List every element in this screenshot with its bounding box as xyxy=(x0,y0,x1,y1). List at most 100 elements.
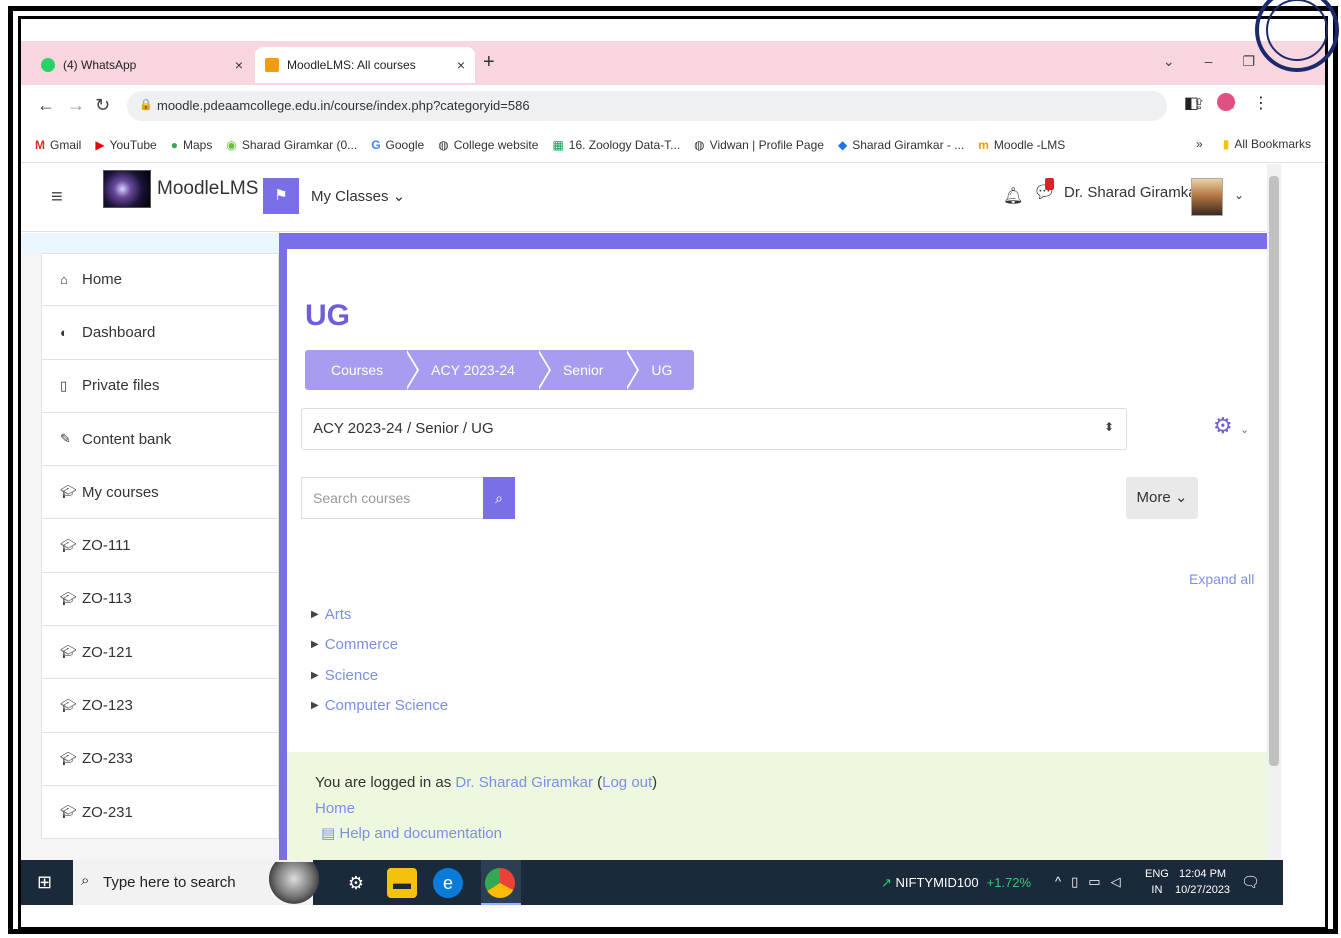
bookmark-google[interactable]: G Google xyxy=(371,138,424,152)
chevron-down-icon[interactable]: ⌄ xyxy=(1240,423,1249,436)
gear-icon[interactable]: ⚙ xyxy=(1213,413,1233,439)
reload-icon[interactable]: ↻ xyxy=(95,95,110,116)
bookmark-youtube[interactable]: ▶ YouTube xyxy=(95,138,156,152)
bookmark-gmail[interactable]: M Gmail xyxy=(35,138,81,152)
bookmark-sharad-1[interactable]: ◉ Sharad Giramkar (0... xyxy=(226,138,357,152)
clock[interactable]: 12:04 PM 10/27/2023 xyxy=(1175,866,1230,898)
taskbar-search-placeholder: Type here to search xyxy=(103,874,236,891)
sidebar-item[interactable]: 🎓︎ ZO-121 xyxy=(41,626,279,680)
file-explorer-icon[interactable]: ▬ xyxy=(387,868,417,898)
volume-muted-icon[interactable]: ◁ xyxy=(1111,874,1121,890)
classes-icon[interactable]: ⚑ xyxy=(263,178,299,214)
expand-all-link[interactable]: Expand all xyxy=(1189,571,1254,587)
minimize-button[interactable]: – xyxy=(1205,53,1213,70)
device-icon[interactable]: ▯ xyxy=(1071,874,1078,890)
new-tab-button[interactable]: + xyxy=(483,51,495,74)
bookmark-label: Moodle -LMS xyxy=(993,137,1066,152)
bookmark-maps[interactable]: ● Maps xyxy=(171,138,213,152)
bookmarks-right: » ▮ All Bookmarks xyxy=(1196,137,1311,151)
search-highlight-image[interactable] xyxy=(269,862,319,904)
sheets-icon: ▦ xyxy=(552,137,564,152)
close-tab-icon[interactable]: × xyxy=(457,57,465,73)
bookmark-vidwan[interactable]: ◍ Vidwan | Profile Page xyxy=(694,138,824,152)
sidebar-item[interactable]: 🎓︎ ZO-123 xyxy=(41,679,279,733)
sidebar-item[interactable]: 🎓︎ ZO-231 xyxy=(41,785,279,840)
my-classes-dropdown[interactable]: My Classes ⌄ xyxy=(311,187,405,205)
edge-icon[interactable]: e xyxy=(433,868,463,898)
category-item[interactable]: ▶ Science xyxy=(311,660,448,691)
system-tray: ^ ▯ ▭ ◁ xyxy=(1055,874,1121,890)
sidebar-item[interactable]: ▯ Private files xyxy=(41,359,279,413)
url-bar[interactable]: 🔒 moodle.pdeaamcollege.edu.in/course/ind… xyxy=(127,91,1167,121)
network-icon[interactable]: ▭ xyxy=(1088,874,1100,890)
search-courses-input[interactable]: Search courses xyxy=(301,477,483,519)
site-logo[interactable] xyxy=(103,170,151,208)
bookmark-label: Maps xyxy=(182,137,213,152)
search-icon: ⌕ xyxy=(81,872,90,889)
my-classes-label: My Classes xyxy=(311,188,389,205)
site-name[interactable]: MoodleLMS xyxy=(157,178,258,200)
forward-icon[interactable]: → xyxy=(67,95,85,116)
logout-link[interactable]: Log out xyxy=(602,774,652,791)
hamburger-menu-icon[interactable]: ≡ xyxy=(51,186,63,209)
sidebar-item-label: ZO-233 xyxy=(82,750,133,768)
tab-whatsapp[interactable]: (4) WhatsApp × xyxy=(31,47,253,83)
messages-icon[interactable]: 💬︎ xyxy=(1033,178,1056,203)
sidebar-item-label: Content bank xyxy=(82,430,172,448)
bookmark-label: 16. Zoology Data-T... xyxy=(568,137,681,152)
category-select[interactable]: ACY 2023-24 / Senior / UG ⬍ xyxy=(301,408,1127,450)
bookmark-college[interactable]: ◍ College website xyxy=(438,138,538,152)
bookmark-sharad-2[interactable]: ◆ Sharad Giramkar - ... xyxy=(838,138,964,152)
notification-icon[interactable]: 🗨︎ xyxy=(1241,873,1260,891)
sidebar-item[interactable]: 🎓︎ ZO-111 xyxy=(41,519,279,573)
dashboard-icon: ◐ xyxy=(60,324,68,340)
caret-right-icon: ▶ xyxy=(311,639,319,651)
breadcrumb: Courses ACY 2023-24 Senior UG xyxy=(305,350,695,390)
sidebar-item[interactable]: 🎓︎ ZO-113 xyxy=(41,572,279,627)
chevron-down-icon[interactable]: ⌄ xyxy=(1234,188,1244,202)
close-tab-icon[interactable]: × xyxy=(235,57,243,73)
chrome-icon[interactable] xyxy=(485,868,515,898)
graduation-cap-icon: 🎓︎ xyxy=(60,644,77,660)
user-profile-link[interactable]: Dr. Sharad Giramkar xyxy=(455,774,593,791)
category-item[interactable]: ▶ Computer Science xyxy=(311,691,448,722)
sidebar-item[interactable]: 🎓︎ My courses xyxy=(41,466,279,520)
language-indicator[interactable]: ENG IN xyxy=(1145,866,1169,898)
home-link[interactable]: Home xyxy=(315,800,355,817)
bookmarks-overflow-icon[interactable]: » xyxy=(1196,137,1203,151)
chevron-up-icon[interactable]: ^ xyxy=(1055,874,1061,890)
tab-search-icon[interactable]: ⌄ xyxy=(1163,53,1175,70)
back-icon[interactable]: ← xyxy=(37,95,55,116)
more-button[interactable]: More ⌄ xyxy=(1126,477,1198,519)
bookmark-zoology[interactable]: ▦ 16. Zoology Data-T... xyxy=(552,138,680,152)
stock-widget[interactable]: ↗ NIFTYMID100 +1.72% xyxy=(881,875,1031,891)
moodle-navbar: ≡ MoodleLMS ⚑ My Classes ⌄ 🔔︎ 💬︎ Dr. Sha… xyxy=(21,164,1266,232)
side-panel-icon[interactable]: ◧ xyxy=(1184,93,1199,113)
menu-icon[interactable]: ⋮ xyxy=(1253,93,1269,113)
all-bookmarks-folder[interactable]: ▮ All Bookmarks xyxy=(1223,137,1311,151)
bookmark-moodle[interactable]: m Moodle -LMS xyxy=(978,138,1065,152)
sidebar-item[interactable]: ◐ Dashboard xyxy=(41,306,279,360)
sidebar-item[interactable]: 🎓︎ ZO-233 xyxy=(41,732,279,786)
bell-icon[interactable]: 🔔︎ xyxy=(1003,186,1023,206)
moodle-icon: m xyxy=(978,137,989,152)
avatar[interactable] xyxy=(1191,178,1223,216)
windows-taskbar: ⊞ ⌕ Type here to search ⚙ ▬ e ↗ NIFTYMID… xyxy=(21,860,1283,905)
bookmark-label: YouTube xyxy=(109,137,157,152)
help-link[interactable]: ▤ Help and documentation xyxy=(321,825,502,842)
sidebar-item[interactable]: ✎ Content bank xyxy=(41,412,279,467)
tab-moodle[interactable]: MoodleLMS: All courses × xyxy=(255,47,475,83)
profile-icon[interactable] xyxy=(1217,93,1235,111)
settings-app-icon[interactable]: ⚙ xyxy=(341,868,371,898)
category-item[interactable]: ▶ Arts xyxy=(311,599,448,630)
user-name[interactable]: Dr. Sharad Giramkar xyxy=(1064,184,1202,201)
breadcrumb-item[interactable]: Courses xyxy=(305,350,420,390)
windows-start-icon[interactable]: ⊞ xyxy=(37,872,52,893)
breadcrumb-item[interactable]: ACY 2023-24 xyxy=(405,350,551,390)
sidebar-item-label: ZO-231 xyxy=(82,803,133,821)
search-icon[interactable]: ⌕ xyxy=(483,477,515,519)
page-scrollbar[interactable] xyxy=(1267,164,1281,869)
scrollbar-thumb[interactable] xyxy=(1269,176,1279,766)
category-item[interactable]: ▶ Commerce xyxy=(311,630,448,661)
sidebar-item[interactable]: ⌂ Home xyxy=(41,253,279,307)
